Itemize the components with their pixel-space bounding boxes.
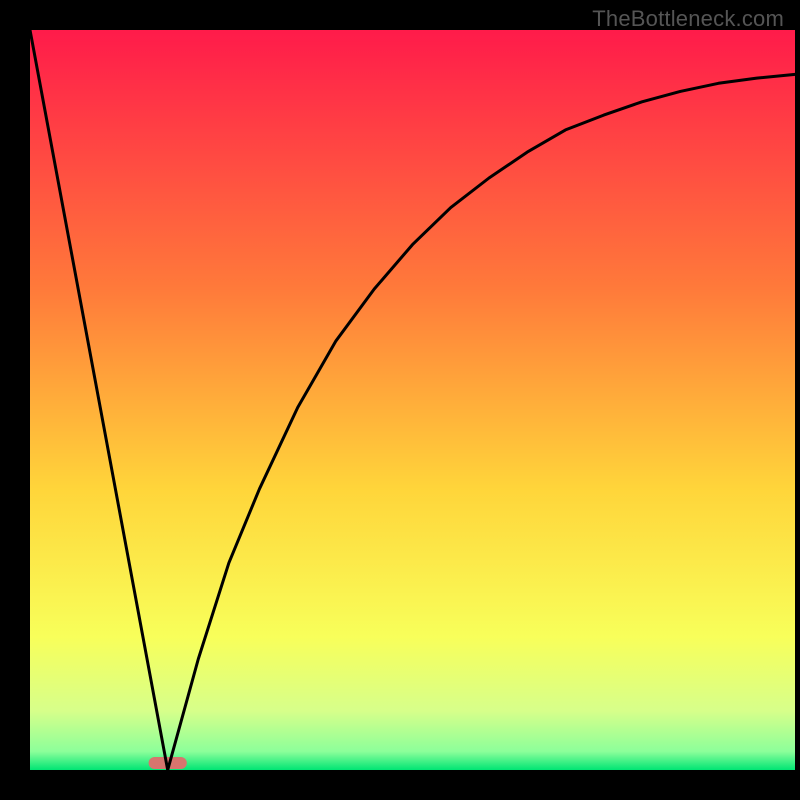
watermark-text: TheBottleneck.com <box>592 6 784 32</box>
chart-frame: TheBottleneck.com <box>0 0 800 800</box>
plot-area <box>30 30 795 770</box>
gradient-background <box>30 30 795 770</box>
bottleneck-chart <box>0 0 800 800</box>
